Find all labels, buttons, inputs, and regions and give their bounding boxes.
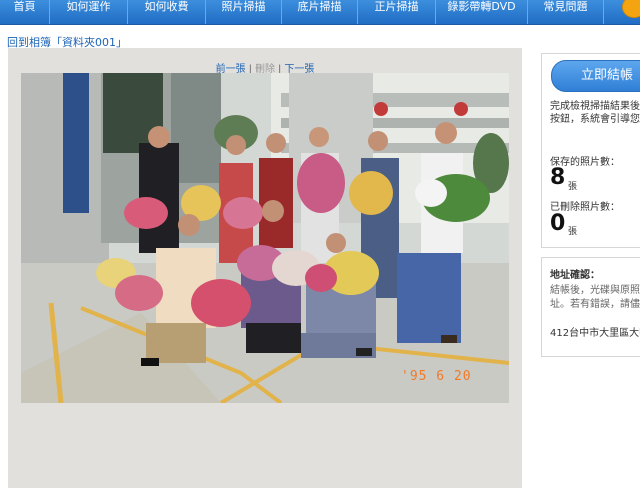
nav-item-faq[interactable]: 常見問題	[528, 0, 604, 24]
address-card: 地址確認： 結帳後，光碟與原照 址。若有錯誤，請儘 412台中市大里區大明	[541, 257, 640, 357]
photo-date-stamp: '95 6 20	[401, 369, 472, 384]
nav-item-photo-scan[interactable]: 照片掃描	[206, 0, 282, 24]
deleted-photos-unit: 張	[568, 227, 578, 237]
scanned-photo: '95 6 20	[21, 73, 509, 403]
saved-photos-count: 8	[550, 165, 566, 190]
scanned-photo-image	[21, 73, 509, 403]
address-note-line1: 結帳後，光碟與原照	[550, 285, 640, 296]
nav-item-negative-scan[interactable]: 底片掃描	[282, 0, 358, 24]
nav-item-how-it-works[interactable]: 如何運作	[50, 0, 128, 24]
checkout-note-line2: 按鈕，系統會引導您	[550, 114, 640, 125]
photo-viewer-panel: 前一張 | 刪除 | 下一張 '95 6 20	[8, 48, 522, 488]
nav-item-slide-scan[interactable]: 正片掃描	[358, 0, 436, 24]
deleted-photos-count: 0	[550, 211, 566, 236]
nav-item-video-to-dvd[interactable]: 錄影帶轉DVD	[436, 0, 528, 24]
checkout-card: 立即結帳 完成檢視掃描結果後 按鈕，系統會引導您 保存的照片數： 8 張 已刪除…	[541, 53, 640, 248]
nav-item-home[interactable]: 首頁	[0, 0, 50, 24]
address-note-line2: 址。若有錯誤，請儘	[550, 299, 640, 310]
shipping-address: 412台中市大里區大明	[550, 328, 640, 339]
confirm-checkout-button[interactable]: 立即結帳	[551, 60, 640, 92]
corner-badge-icon[interactable]	[622, 0, 640, 18]
nav-item-pricing[interactable]: 如何收費	[128, 0, 206, 24]
top-navigation: 首頁 如何運作 如何收費 照片掃描 底片掃描 正片掃描 錄影帶轉DVD 常見問題	[0, 0, 640, 25]
address-title: 地址確認：	[550, 270, 600, 281]
saved-photos-unit: 張	[568, 182, 578, 192]
